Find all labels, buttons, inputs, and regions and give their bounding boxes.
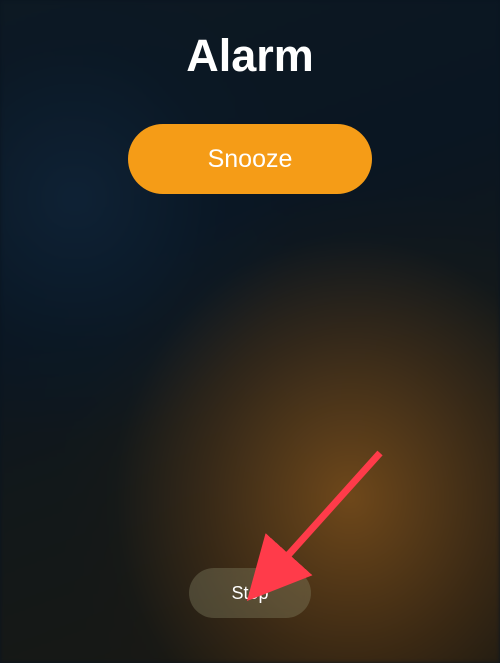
alarm-title: Alarm [186, 30, 314, 82]
alarm-screen: Alarm Snooze Stop [0, 0, 500, 663]
snooze-button-label: Snooze [208, 145, 293, 174]
stop-button[interactable]: Stop [189, 568, 311, 618]
stop-button-label: Stop [231, 583, 268, 604]
snooze-button[interactable]: Snooze [128, 124, 372, 194]
